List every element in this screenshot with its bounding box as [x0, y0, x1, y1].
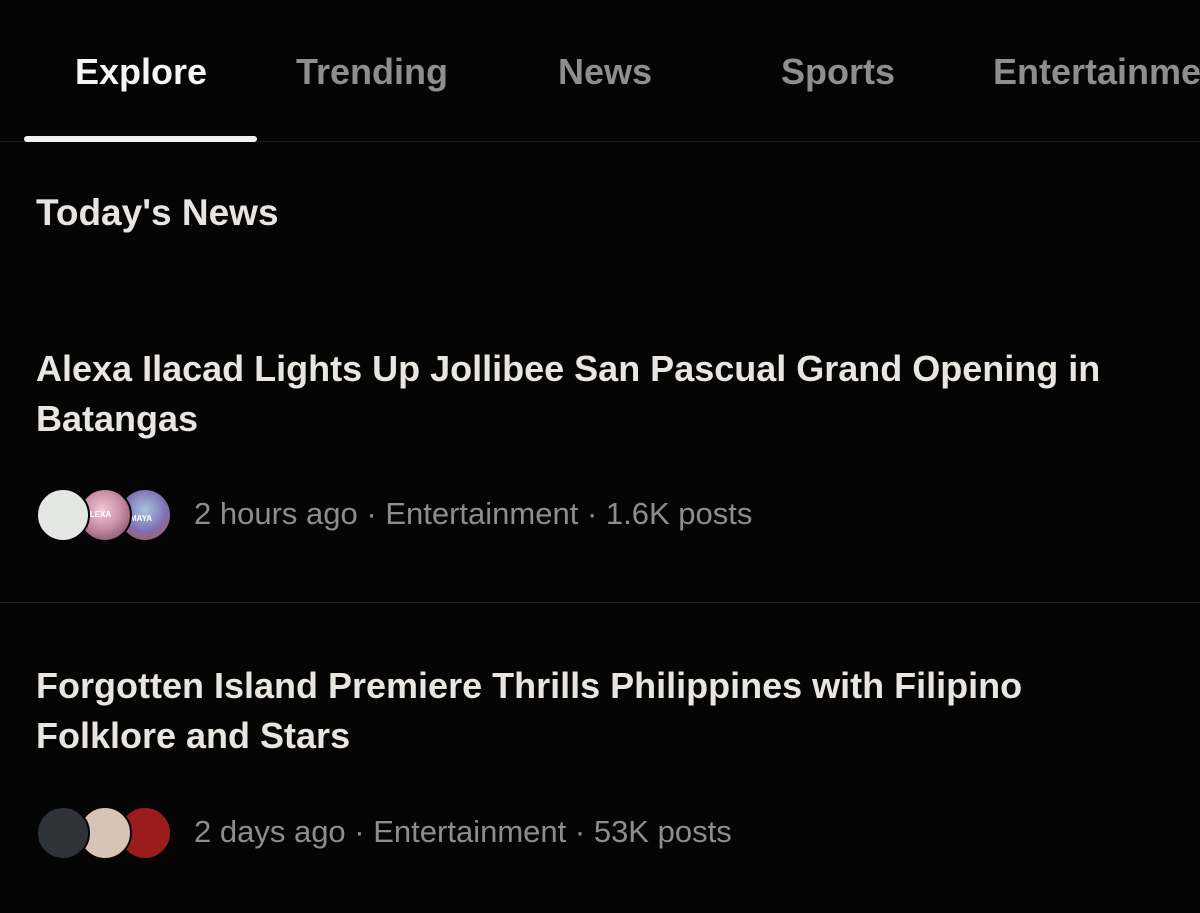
avatar [36, 806, 90, 860]
news-time: 2 hours ago [194, 496, 358, 531]
meta-separator: · [574, 814, 586, 849]
news-meta-text: 2 days ago · Entertainment · 53K posts [194, 814, 732, 850]
section-title: Today's News [36, 192, 279, 233]
avatar-stack: ALEXA MAYA [36, 486, 172, 542]
news-post-count: 53K posts [593, 814, 732, 849]
tab-sports[interactable]: Sports [781, 50, 895, 94]
news-item[interactable]: Alexa Ilacad Lights Up Jollibee San Pasc… [0, 340, 1200, 560]
avatar-stack [36, 804, 172, 860]
tab-entertainment[interactable]: Entertainment [993, 50, 1200, 94]
news-item[interactable]: Forgotten Island Premiere Thrills Philip… [0, 658, 1200, 878]
news-headline[interactable]: Forgotten Island Premiere Thrills Philip… [36, 661, 1146, 761]
news-meta-text: 2 hours ago · Entertainment · 1.6K posts [194, 496, 752, 532]
explore-tab-bar: Explore Trending News Sports Entertainme… [0, 0, 1200, 142]
news-meta: ALEXA MAYA 2 hours ago · Entertainment ·… [36, 486, 752, 542]
news-time: 2 days ago [194, 814, 346, 849]
tab-news[interactable]: News [558, 50, 652, 94]
active-tab-indicator [24, 136, 257, 142]
news-divider [0, 602, 1200, 603]
avatar-label: MAYA [130, 514, 153, 523]
meta-separator: · [586, 496, 598, 531]
news-post-count: 1.6K posts [605, 496, 753, 531]
news-headline[interactable]: Alexa Ilacad Lights Up Jollibee San Pasc… [36, 344, 1146, 444]
tab-explore[interactable]: Explore [75, 50, 207, 94]
meta-separator: · [354, 814, 365, 849]
news-meta: 2 days ago · Entertainment · 53K posts [36, 804, 732, 860]
tab-trending[interactable]: Trending [296, 50, 448, 94]
explore-page: Explore Trending News Sports Entertainme… [0, 0, 1200, 913]
meta-separator: · [366, 496, 377, 531]
news-category[interactable]: Entertainment [385, 496, 578, 531]
news-category[interactable]: Entertainment [373, 814, 566, 849]
avatar [36, 488, 90, 542]
